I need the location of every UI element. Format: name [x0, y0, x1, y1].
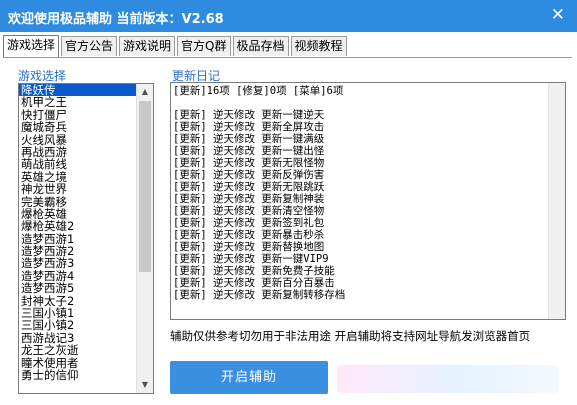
update-log-line: [更新] 逆天修改 更新无限跳跃	[173, 181, 325, 193]
update-log-line: [更新] 逆天修改 更新清空怪物	[173, 205, 325, 217]
start-assist-button[interactable]: 开启辅助	[170, 361, 328, 394]
decorative-glow	[337, 365, 559, 393]
tab-divider	[3, 57, 572, 58]
game-list-item[interactable]: 瞳术使用者	[19, 357, 136, 369]
game-list-item[interactable]: 降妖传	[19, 84, 136, 97]
game-list-item[interactable]: 爆枪英雄	[19, 208, 136, 220]
update-log-spacer	[173, 97, 547, 109]
update-log-line: [更新] 逆天修改 更新一键逆天	[173, 109, 325, 121]
tab-official-qq-group[interactable]: 官方Q群	[177, 36, 231, 56]
update-log-line: [更新] 逆天修改 更新免费子技能	[173, 265, 335, 277]
close-icon[interactable]: ✕	[551, 5, 565, 25]
update-log-line: [更新] 逆天修改 更新暴击秒杀	[173, 229, 325, 241]
game-list-item[interactable]: 造梦西游1	[19, 233, 136, 245]
update-log-textbox[interactable]: [更新]16项 [修复]0项 [菜单]6项 [更新] 逆天修改 更新一键逆天 [更…	[170, 82, 566, 320]
tab-game-guide[interactable]: 游戏说明	[119, 36, 176, 56]
update-log-summary: [更新]16项 [修复]0项 [菜单]6项	[173, 85, 344, 97]
scroll-down-icon[interactable]: ▼	[137, 377, 153, 393]
tab-strip: 游戏选择 官方公告 游戏说明 官方Q群 极品存档 视频教程	[3, 35, 349, 57]
game-listbox[interactable]: 降妖传 机甲之王 快打僵尸 魔城奇兵 火线风暴 再战西游 萌战前线 英雄之境 神龙世界 完美霸移爆…	[18, 83, 154, 394]
scroll-up-icon[interactable]: ▲	[137, 84, 153, 100]
update-log-line: [更新] 逆天修改 更新反弹伤害	[173, 169, 325, 181]
game-list-item[interactable]: 萌战前线	[19, 158, 136, 170]
game-list-item[interactable]: 神龙世界	[19, 183, 136, 195]
update-log-line: [更新] 逆天修改 更新全屏攻击	[173, 121, 325, 133]
update-log-line: [更新] 逆天修改 更新签到礼包	[173, 217, 325, 229]
window-title: 欢迎使用极品辅助 当前版本：V2.68	[8, 12, 224, 27]
game-list-item[interactable]: 造梦西游5	[19, 282, 136, 294]
game-list-items: 降妖传 机甲之王 快打僵尸 魔城奇兵 火线风暴 再战西游 萌战前线 英雄之境 神龙世界 完美霸移爆…	[19, 84, 136, 381]
update-log-entries: [更新] 逆天修改 更新一键逆天 [更新] 逆天修改 更新全屏攻击 [更新] 逆天修…	[173, 109, 547, 301]
tab-premium-saves[interactable]: 极品存档	[232, 36, 289, 56]
tab-official-notice[interactable]: 官方公告	[61, 36, 118, 56]
game-list-item[interactable]: 造梦西游3	[19, 257, 136, 269]
tab-game-select[interactable]: 游戏选择	[3, 35, 60, 57]
notice-text: 辅助仅供参考切勿用于非法用途 开启辅助将支持网址导航发浏览器首页	[170, 329, 531, 343]
game-list-item[interactable]: 完美霸移	[19, 196, 136, 208]
update-log-line: [更新] 逆天修改 更新百分百暴击	[173, 277, 335, 289]
update-log-line: [更新] 逆天修改 更新替换地图	[173, 241, 325, 253]
update-log-line: [更新] 逆天修改 更新一键满级	[173, 133, 325, 145]
game-list-item[interactable]: 造梦西游4	[19, 270, 136, 282]
update-log-content: [更新]16项 [修复]0项 [菜单]6项 [更新] 逆天修改 更新一键逆天 [更…	[173, 85, 547, 301]
game-list-item[interactable]: 爆枪英雄2	[19, 220, 136, 232]
update-log-line: [更新] 逆天修改 更新一键VIP9	[173, 253, 329, 265]
tab-video-tutorial[interactable]: 视频教程	[290, 36, 347, 56]
game-list-item[interactable]: 魔城奇兵	[19, 121, 136, 133]
game-list-item[interactable]: 龙王之灰逝	[19, 344, 136, 356]
game-list-item[interactable]: 快打僵尸	[19, 109, 136, 121]
game-list-item[interactable]: 火线风暴	[19, 134, 136, 146]
update-log-line: [更新] 逆天修改 更新复制神装	[173, 193, 325, 205]
update-log-line: [更新] 逆天修改 更新一键出怪	[173, 145, 325, 157]
game-list-item[interactable]: 英雄之境	[19, 171, 136, 183]
game-list-item[interactable]: 造梦西游2	[19, 245, 136, 257]
scrollbar-thumb[interactable]	[139, 101, 151, 272]
game-list-scrollbar[interactable]: ▲ ▼	[136, 84, 153, 393]
game-list-item[interactable]: 三国小镇1	[19, 307, 136, 319]
update-log-line: [更新] 逆天修改 更新复制转移存档	[173, 289, 346, 301]
game-list-item[interactable]: 再战西游	[19, 146, 136, 158]
game-list-label: 游戏选择	[18, 69, 67, 83]
game-list-item[interactable]: 封神太子2	[19, 295, 136, 307]
game-list-item[interactable]: 三国小镇2	[19, 319, 136, 331]
title-bar[interactable]: 欢迎使用极品辅助 当前版本：V2.68 ✕	[0, 0, 577, 32]
game-list-item[interactable]: 勇士的信仰	[19, 369, 136, 381]
game-list-item[interactable]: 西游战记3	[19, 332, 136, 344]
update-log-line: [更新] 逆天修改 更新无限怪物	[173, 157, 325, 169]
game-list-item[interactable]: 机甲之王	[19, 96, 136, 108]
update-log-scrollbar[interactable]	[548, 83, 565, 319]
main-window: 欢迎使用极品辅助 当前版本：V2.68 ✕ 游戏选择 官方公告 游戏说明 官方Q…	[0, 0, 577, 405]
